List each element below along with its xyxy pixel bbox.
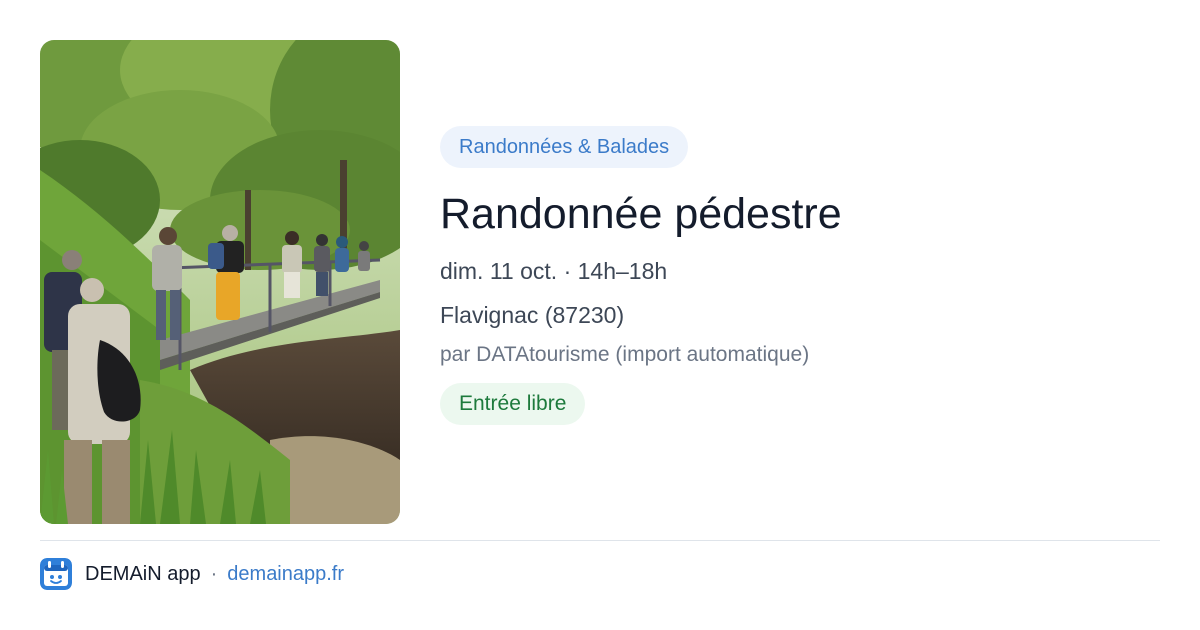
footer: DEMAiN app · demainapp.fr bbox=[40, 558, 344, 590]
event-datetime: dim. 11 oct. · 14h–18h bbox=[440, 258, 668, 284]
event-photo bbox=[40, 40, 400, 524]
event-info: Randonnées & Balades Randonnée pédestre … bbox=[440, 126, 1160, 425]
category-badge[interactable]: Randonnées & Balades bbox=[440, 126, 689, 168]
event-location: Flavignac (87230) bbox=[440, 302, 625, 328]
app-website-link[interactable]: demainapp.fr bbox=[227, 563, 344, 586]
event-title: Randonnée pédestre bbox=[440, 190, 842, 238]
price-badge: Entrée libre bbox=[440, 383, 586, 425]
event-share-card: Randonnées & Balades Randonnée pédestre … bbox=[0, 0, 1200, 630]
app-name: DEMAiN app bbox=[85, 562, 201, 585]
event-organizer: par DATAtourisme (import automatique) bbox=[440, 343, 810, 366]
footer-divider bbox=[40, 540, 1160, 541]
footer-separator: · bbox=[210, 562, 218, 585]
demain-app-logo-icon bbox=[40, 558, 72, 590]
